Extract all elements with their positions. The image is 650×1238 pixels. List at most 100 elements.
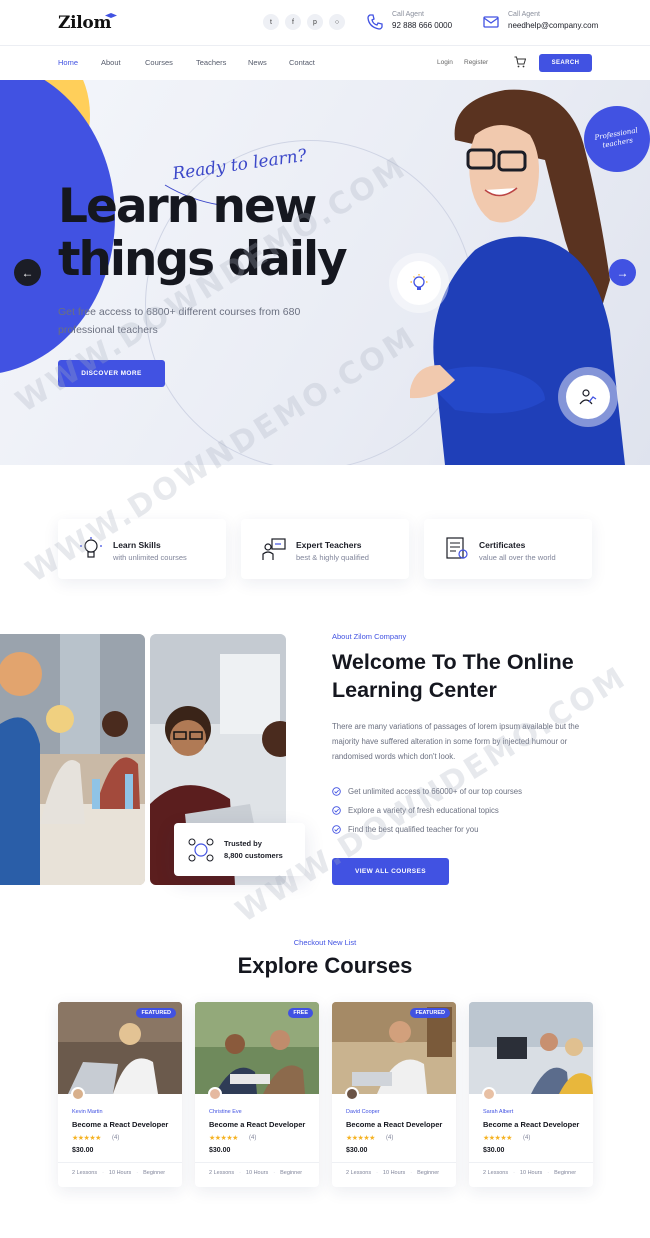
feature-card-expert-teachers[interactable]: Expert Teachers best & highly qualified xyxy=(241,519,409,579)
facebook-icon[interactable]: f xyxy=(285,14,301,30)
nav-news[interactable]: News xyxy=(248,58,267,67)
course-level: Beginner xyxy=(554,1170,577,1176)
bulb-head-icon xyxy=(80,537,102,558)
course-price: $30.00 xyxy=(483,1147,505,1154)
pinterest-icon[interactable]: p xyxy=(307,14,323,30)
hero-subtitle: Get free access to 6800+ different cours… xyxy=(58,306,301,336)
course-title[interactable]: Become a React Developer xyxy=(346,1120,442,1129)
checklist-text: Explore a variety of fresh educational t… xyxy=(348,806,499,815)
rating-count: (4) xyxy=(386,1135,394,1141)
certificate-icon xyxy=(446,537,468,559)
author-avatar xyxy=(208,1087,222,1101)
slider-prev-button[interactable]: ← xyxy=(14,259,41,286)
author-avatar xyxy=(482,1087,496,1101)
checklist-item: Get unlimited access to 66000+ of our to… xyxy=(332,782,522,801)
course-lessons: 2 Lessons xyxy=(483,1170,509,1176)
course-hours: 10 Hours xyxy=(382,1170,406,1176)
nav-contact[interactable]: Contact xyxy=(289,58,315,67)
feature-card-learn-skills[interactable]: Learn Skills with unlimited courses xyxy=(58,519,226,579)
course-card[interactable]: FEATURED Kevin Martin Become a React Dev… xyxy=(58,1002,182,1187)
course-meta: 2 Lessons · 10 Hours · Beginner xyxy=(209,1170,303,1176)
trusted-line-1: Trusted by xyxy=(224,839,262,848)
course-price: $30.00 xyxy=(209,1147,231,1154)
about-eyebrow: About Zilom Company xyxy=(332,632,407,641)
phone-icon xyxy=(367,14,383,30)
author-avatar xyxy=(71,1087,85,1101)
feature-subtitle: with unlimited courses xyxy=(113,553,187,562)
envelope-icon xyxy=(483,16,499,28)
course-author[interactable]: Sarah Albert xyxy=(483,1109,513,1115)
rating-stars-icon: ★★★★★ xyxy=(346,1135,375,1142)
cart-icon[interactable] xyxy=(514,56,526,68)
course-card[interactable]: FREE Christine Eve Become a React Develo… xyxy=(195,1002,319,1187)
rating-stars-icon: ★★★★★ xyxy=(483,1135,512,1142)
twitter-icon[interactable]: t xyxy=(263,14,279,30)
trusted-by-card: Trusted by 8,800 customers xyxy=(174,823,305,876)
person-growth-icon xyxy=(579,389,597,405)
course-price: $30.00 xyxy=(346,1147,368,1154)
course-title[interactable]: Become a React Developer xyxy=(209,1120,305,1129)
course-lessons: 2 Lessons xyxy=(346,1170,372,1176)
view-all-courses-button[interactable]: VIEW ALL COURSES xyxy=(332,858,449,885)
search-button[interactable]: SEARCH xyxy=(539,54,592,72)
course-tag: FREE xyxy=(288,1008,313,1018)
email-contact[interactable]: Call Agent needhelp@company.com xyxy=(482,11,598,31)
top-bar: Zilom t f p ○ Call Agent 92 888 666 0000… xyxy=(0,0,650,46)
course-hours: 10 Hours xyxy=(245,1170,269,1176)
social-links: t f p ○ xyxy=(263,14,345,30)
register-link[interactable]: Register xyxy=(464,59,488,66)
nav-courses[interactable]: Courses xyxy=(145,58,173,67)
bulb-badge xyxy=(397,261,441,305)
email-label: Call Agent xyxy=(508,11,540,18)
brand-logo[interactable]: Zilom xyxy=(58,13,111,33)
course-meta: 2 Lessons · 10 Hours · Beginner xyxy=(72,1170,166,1176)
badge-text: Professional teachers xyxy=(593,126,639,150)
phone-contact[interactable]: Call Agent 92 888 666 0000 xyxy=(366,11,452,31)
feature-title: Learn Skills xyxy=(113,540,161,550)
about-paragraph: There are many variations of passages of… xyxy=(332,722,580,761)
course-title[interactable]: Become a React Developer xyxy=(483,1120,579,1129)
rating-count: (4) xyxy=(249,1135,257,1141)
rating-stars-icon: ★★★★★ xyxy=(72,1135,101,1142)
graduation-cap-icon xyxy=(105,13,117,18)
course-title[interactable]: Become a React Developer xyxy=(72,1120,168,1129)
login-link[interactable]: Login xyxy=(437,59,453,66)
instagram-icon[interactable]: ○ xyxy=(329,14,345,30)
discover-more-button[interactable]: DISCOVER MORE xyxy=(58,360,165,387)
course-author[interactable]: Christine Eve xyxy=(209,1109,242,1115)
course-level: Beginner xyxy=(417,1170,440,1176)
course-tag: FEATURED xyxy=(410,1008,450,1018)
course-thumbnail xyxy=(469,1002,593,1094)
rating-count: (4) xyxy=(112,1135,120,1141)
phone-label: Call Agent xyxy=(392,11,424,18)
feature-title: Certificates xyxy=(479,540,526,550)
check-circle-icon xyxy=(332,806,341,815)
slider-next-button[interactable]: → xyxy=(609,259,636,286)
hero-title: Learn new things daily xyxy=(58,180,348,287)
card-divider xyxy=(195,1162,319,1163)
course-card[interactable]: FEATURED David Cooper Become a React Dev… xyxy=(332,1002,456,1187)
course-price: $30.00 xyxy=(72,1147,94,1154)
rating-stars-icon: ★★★★★ xyxy=(209,1135,238,1142)
nav-about[interactable]: About xyxy=(101,58,121,67)
course-author[interactable]: Kevin Martin xyxy=(72,1109,103,1115)
course-hours: 10 Hours xyxy=(519,1170,543,1176)
hero-title-line-2: things daily xyxy=(58,232,348,287)
course-lessons: 2 Lessons xyxy=(72,1170,98,1176)
course-card[interactable]: Sarah Albert Become a React Developer ★★… xyxy=(469,1002,593,1187)
course-level: Beginner xyxy=(143,1170,166,1176)
checklist-text: Find the best qualified teacher for you xyxy=(348,825,479,834)
card-divider xyxy=(469,1162,593,1163)
course-author[interactable]: David Cooper xyxy=(346,1109,380,1115)
courses-eyebrow: Checkout New List xyxy=(293,938,357,947)
feature-card-certificates[interactable]: Certificates value all over the world xyxy=(424,519,592,579)
course-hours: 10 Hours xyxy=(108,1170,132,1176)
network-users-icon xyxy=(188,838,214,862)
trusted-line-2: 8,800 customers xyxy=(224,851,283,860)
lightbulb-icon xyxy=(410,274,428,290)
about-title: Welcome To The Online Learning Center xyxy=(332,650,574,702)
feature-subtitle: value all over the world xyxy=(479,553,556,562)
nav-teachers[interactable]: Teachers xyxy=(196,58,226,67)
hero-section: Ready to learn? Learn new things daily G… xyxy=(0,80,650,465)
nav-home[interactable]: Home xyxy=(58,58,78,67)
